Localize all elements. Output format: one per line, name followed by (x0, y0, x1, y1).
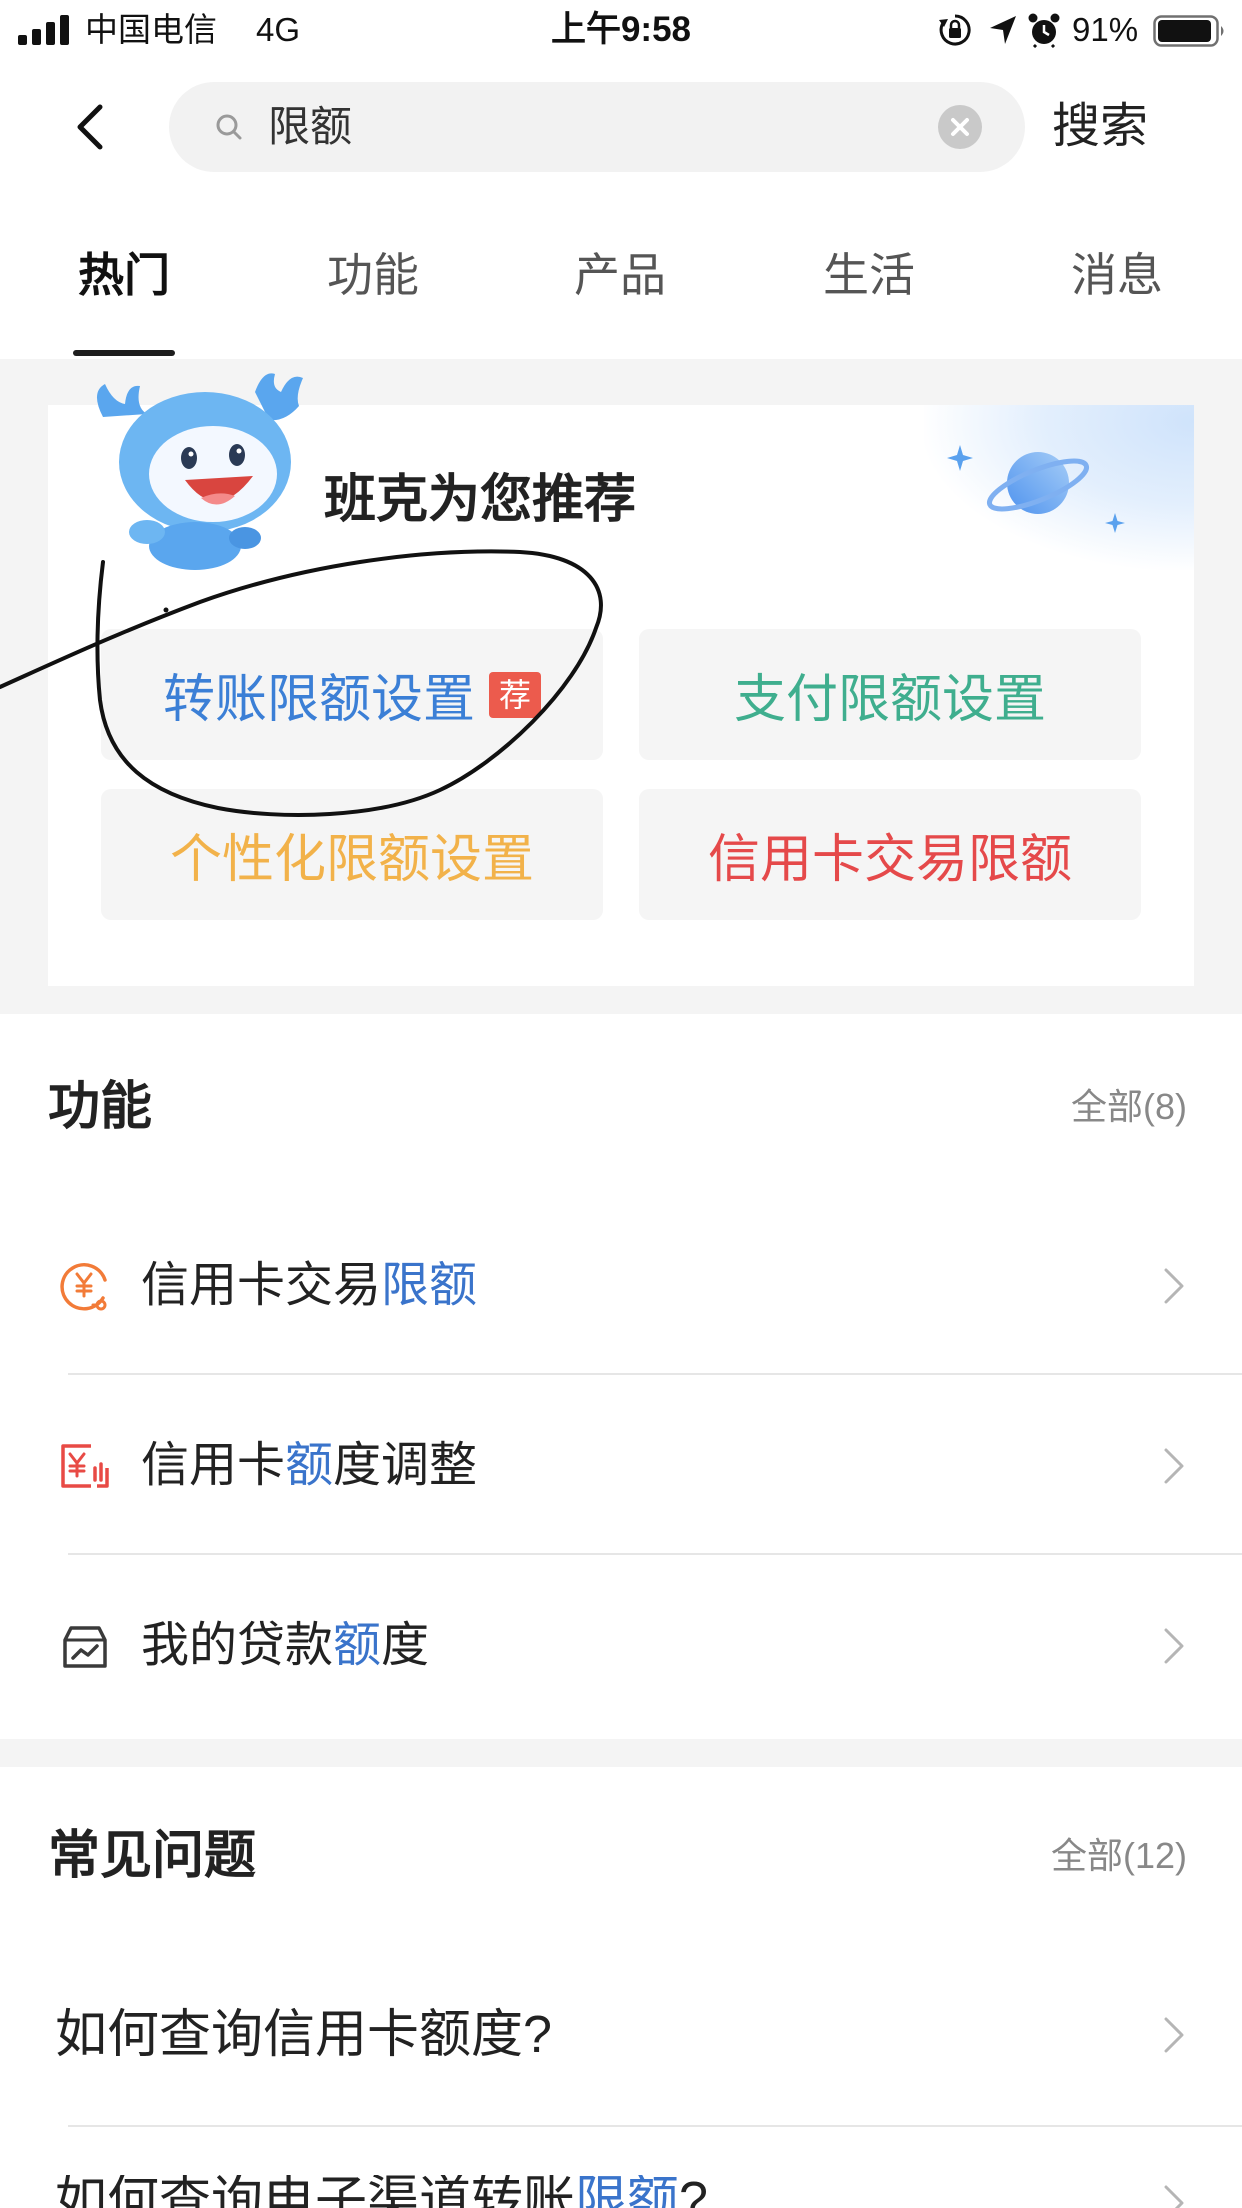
tab-products[interactable]: 产品 (530, 240, 710, 310)
tab-hot[interactable]: 热门 (34, 240, 214, 310)
back-button[interactable] (70, 103, 110, 151)
faq-item[interactable]: 如何查询电子渠道转账限额? (0, 2127, 1242, 2208)
faq-item-label: 如何查询电子渠道转账限额? (55, 2175, 708, 2208)
label-highlight: 限额 (381, 1259, 478, 1312)
function-item-label: 我的贷款额度 (141, 1556, 429, 1736)
label-part: 信用卡交易 (141, 1259, 382, 1312)
label-part: 信用卡 (141, 1439, 286, 1492)
tab-messages[interactable]: 消息 (1027, 240, 1207, 310)
planet-decoration (924, 405, 1194, 570)
battery-icon (1153, 15, 1224, 47)
chevron-right-icon (1164, 2017, 1184, 2053)
function-item-credit-card-limit[interactable]: 信用卡交易限额 (0, 1196, 1242, 1376)
credit-quota-adjust-icon (61, 1444, 109, 1488)
label-highlight: 额 (285, 1439, 334, 1492)
functions-view-all-link[interactable]: 全部(8) (1071, 1084, 1187, 1130)
location-icon (990, 16, 1016, 44)
search-box[interactable]: 限额 (169, 82, 1025, 172)
label-part: 如何查询信用卡额度? (55, 2006, 552, 2064)
search-input[interactable]: 限额 (268, 82, 352, 172)
alarm-icon (1028, 13, 1060, 48)
status-bar: 中国电信 4G 上午9:58 91% (0, 0, 1242, 60)
label-highlight: 额 (333, 1619, 382, 1672)
section-separator (0, 1739, 1242, 1767)
function-item-label: 信用卡交易限额 (141, 1196, 477, 1376)
label-part: 度 (381, 1619, 430, 1672)
faq-item[interactable]: 如何查询信用卡额度? (0, 1945, 1242, 2125)
tab-life[interactable]: 生活 (779, 240, 959, 310)
function-item-credit-quota-adjust[interactable]: 信用卡额度调整 (0, 1376, 1242, 1556)
credit-card-limit-button[interactable]: 信用卡交易限额 (639, 789, 1141, 920)
faq-item-label: 如何查询信用卡额度? (55, 1945, 552, 2125)
divider (68, 1373, 1242, 1375)
credit-card-limit-icon (60, 1263, 107, 1311)
orientation-lock-icon (939, 14, 971, 46)
label-highlight: 限额 (575, 2175, 680, 2208)
chevron-right-icon (1164, 2185, 1184, 2208)
credit-card-limit-label: 信用卡交易限额 (707, 831, 1072, 889)
chevron-right-icon (1164, 1628, 1184, 1664)
function-item-loan-quota[interactable]: 我的贷款额度 (0, 1556, 1242, 1736)
label-part: 度调整 (333, 1439, 478, 1492)
clear-icon[interactable] (938, 105, 982, 149)
payment-limit-button[interactable]: 支付限额设置 (639, 629, 1141, 760)
loan-quota-icon (63, 1626, 107, 1668)
label-part: 我的贷款 (141, 1619, 334, 1672)
functions-section-title: 功能 (48, 1078, 153, 1136)
planet-icon (947, 445, 1125, 533)
recommend-title: 班克为您推荐 (324, 471, 637, 529)
chevron-right-icon (1164, 1448, 1184, 1484)
active-tab-indicator (73, 350, 175, 356)
function-item-label: 信用卡额度调整 (141, 1376, 477, 1556)
faq-view-all-link[interactable]: 全部(12) (1051, 1833, 1187, 1879)
label-part: ? (679, 2175, 708, 2208)
faq-section-title: 常见问题 (48, 1827, 257, 1885)
label-part: 如何查询电子渠道转账 (55, 2175, 576, 2208)
divider (68, 1553, 1242, 1555)
handwritten-circle-annotation (0, 549, 603, 817)
battery-percent: 91% (1072, 11, 1139, 48)
search-icon (216, 114, 242, 140)
tab-functions[interactable]: 功能 (283, 240, 463, 310)
search-button[interactable]: 搜索 (1052, 97, 1148, 157)
payment-limit-label: 支付限额设置 (733, 671, 1046, 729)
chevron-right-icon (1164, 1268, 1184, 1304)
